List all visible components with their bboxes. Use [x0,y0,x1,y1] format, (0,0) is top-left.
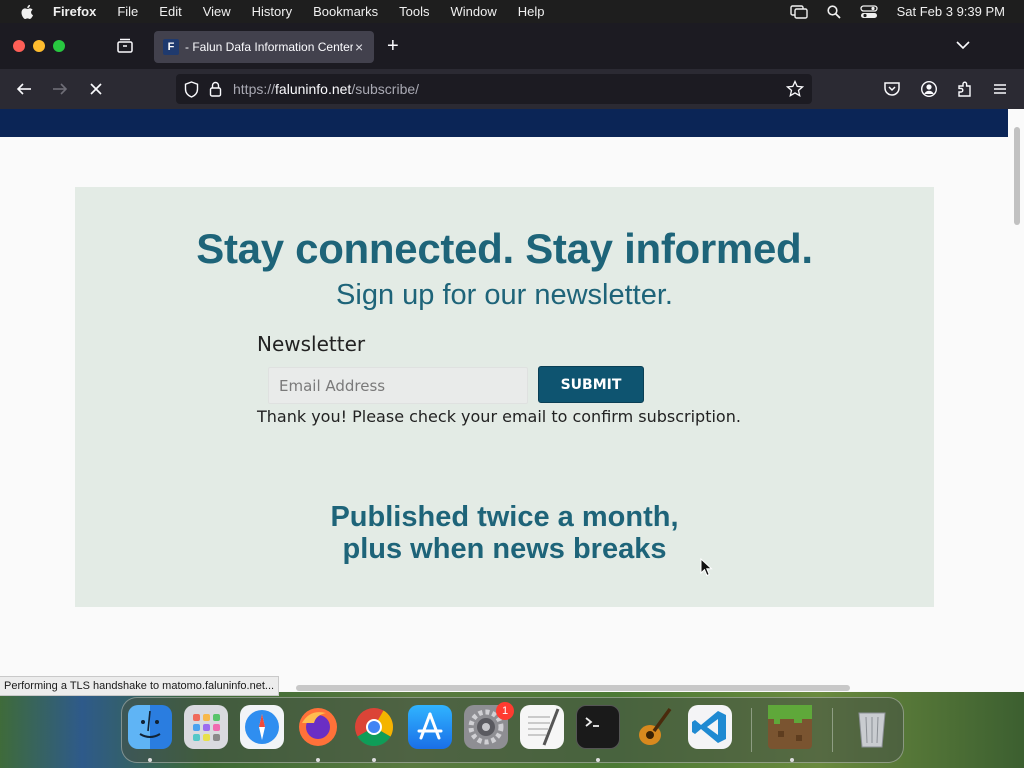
firefox-view-icon[interactable] [115,36,135,56]
newsletter-signup-card: Stay connected. Stay informed. Sign up f… [75,187,934,607]
email-address-input[interactable] [268,367,528,404]
lock-icon[interactable] [209,81,222,97]
terminal-running-indicator [596,758,600,762]
horizontal-scrollbar-thumb[interactable] [296,685,850,691]
site-header-strip [0,109,1008,137]
back-arrow-icon[interactable] [15,80,33,98]
submit-button[interactable]: SUBMIT [538,366,644,403]
minecraft-running-indicator [790,758,794,762]
page-subheading: Sign up for our newsletter. [336,279,673,311]
terminal-icon[interactable] [576,705,620,749]
forward-arrow-icon[interactable] [51,80,69,98]
chrome-running-indicator [372,758,376,762]
extensions-puzzle-icon[interactable] [956,80,974,98]
firefox-icon[interactable] [296,705,340,749]
menu-help[interactable]: Help [518,4,545,19]
tracking-protection-shield-icon[interactable] [184,80,199,98]
safari-icon[interactable] [240,705,284,749]
browser-tab-active[interactable]: F - Falun Dafa Information Center × [154,31,374,63]
finder-icon[interactable] [128,705,172,749]
app-store-icon[interactable] [408,705,452,749]
menu-app-name[interactable]: Firefox [53,4,96,19]
hamburger-menu-icon[interactable] [991,80,1009,98]
garageband-icon[interactable] [632,705,676,749]
window-close-button[interactable] [13,40,25,52]
screen-mirroring-icon[interactable] [789,4,808,19]
minecraft-icon[interactable] [768,705,812,749]
menubar-clock[interactable]: Sat Feb 3 9:39 PM [897,4,1005,19]
stop-loading-x-icon[interactable] [87,80,105,98]
menu-bar: Firefox File Edit View History Bookmarks… [0,0,1024,23]
browser-status-bar: Performing a TLS handshake to matomo.fal… [0,676,280,696]
site-favicon-icon: F [163,39,179,55]
vertical-scrollbar-thumb[interactable] [1014,127,1020,225]
pocket-icon[interactable] [883,80,901,98]
apple-menu-icon[interactable] [18,4,36,20]
browser-nav-bar: https://faluninfo.net/subscribe/ [0,69,1024,109]
menu-history[interactable]: History [252,4,292,19]
tab-title: - Falun Dafa Information Center [185,40,353,54]
firefox-running-indicator [316,758,320,762]
menu-window[interactable]: Window [451,4,497,19]
browser-tab-bar: F - Falun Dafa Information Center × + [0,23,1024,69]
menu-view[interactable]: View [203,4,231,19]
window-minimize-button[interactable] [33,40,45,52]
dock-separator [832,708,833,752]
spotlight-search-icon[interactable] [826,4,841,19]
system-settings-notification-badge: 1 [496,702,514,720]
page-headline: Stay connected. Stay informed. [196,225,813,272]
newsletter-label: Newsletter [257,332,366,356]
url-path: /subscribe/ [351,81,420,97]
bookmark-star-icon[interactable] [786,80,804,98]
trash-icon[interactable] [850,705,894,749]
web-page-content: Stay connected. Stay informed. Sign up f… [0,109,1010,692]
textedit-icon[interactable] [520,705,564,749]
menu-tools[interactable]: Tools [399,4,429,19]
finder-running-indicator [148,758,152,762]
vscode-icon[interactable] [688,705,732,749]
mouse-pointer-icon [700,558,713,577]
new-tab-button[interactable]: + [387,36,399,56]
publication-frequency-line-2: plus when news breaks [342,533,667,565]
window-zoom-button[interactable] [53,40,65,52]
chrome-icon[interactable] [352,705,396,749]
control-center-icon[interactable] [859,4,878,19]
url-host: faluninfo.net [275,81,352,97]
menu-bookmarks[interactable]: Bookmarks [313,4,378,19]
list-all-tabs-chevron-down-icon[interactable] [956,40,970,50]
menu-edit[interactable]: Edit [159,4,181,19]
menu-file[interactable]: File [117,4,138,19]
dock-separator [751,708,752,752]
publication-frequency-line-1: Published twice a month, [330,501,679,533]
address-bar[interactable]: https://faluninfo.net/subscribe/ [176,74,812,104]
tab-close-icon[interactable]: × [355,39,363,55]
url-scheme: https:// [233,81,276,97]
account-icon[interactable] [920,80,938,98]
vertical-scrollbar[interactable] [1010,109,1024,692]
subscription-confirmation-message: Thank you! Please check your email to co… [257,407,741,426]
launchpad-icon[interactable] [184,705,228,749]
